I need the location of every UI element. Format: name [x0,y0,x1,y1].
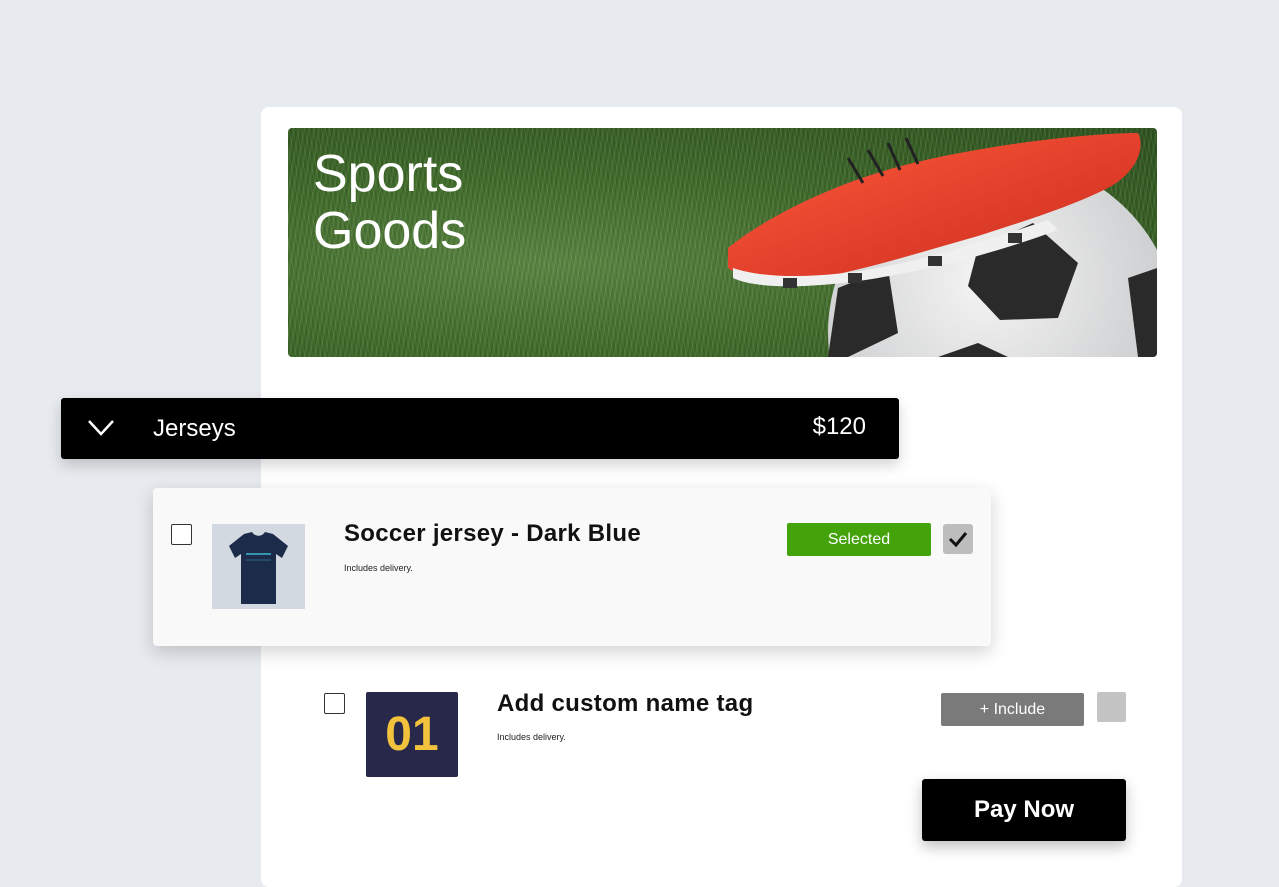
item-title: Soccer jersey - Dark Blue [344,520,641,547]
item-subtitle: Includes delivery. [344,563,413,573]
name-tag-number-tile: 01 [366,692,458,777]
jersey-icon [229,532,288,604]
chevron-down-icon[interactable] [87,417,115,439]
checkmark-icon [948,532,968,548]
item-subtitle: Includes delivery. [497,732,566,742]
hero-banner: Sports Goods [288,128,1157,357]
jersey-thumbnail [212,524,305,609]
include-button[interactable]: + Include [941,693,1084,726]
pay-now-button[interactable]: Pay Now [922,779,1126,841]
category-name: Jerseys [153,415,236,442]
banner-title-line1: Sports [313,145,464,203]
selected-button[interactable]: Selected [787,523,931,556]
item-checkbox-jersey[interactable] [171,524,192,545]
category-header-jerseys[interactable]: Jerseys $120 [61,398,899,459]
banner-title-line2: Goods [313,202,467,260]
item-checkbox-name-tag[interactable] [324,693,345,714]
item-title: Add custom name tag [497,690,754,717]
selected-check-toggle[interactable] [943,524,973,554]
category-price: $120 [812,413,866,440]
include-check-toggle[interactable] [1097,692,1126,722]
banner-title: Sports Goods [313,146,466,260]
